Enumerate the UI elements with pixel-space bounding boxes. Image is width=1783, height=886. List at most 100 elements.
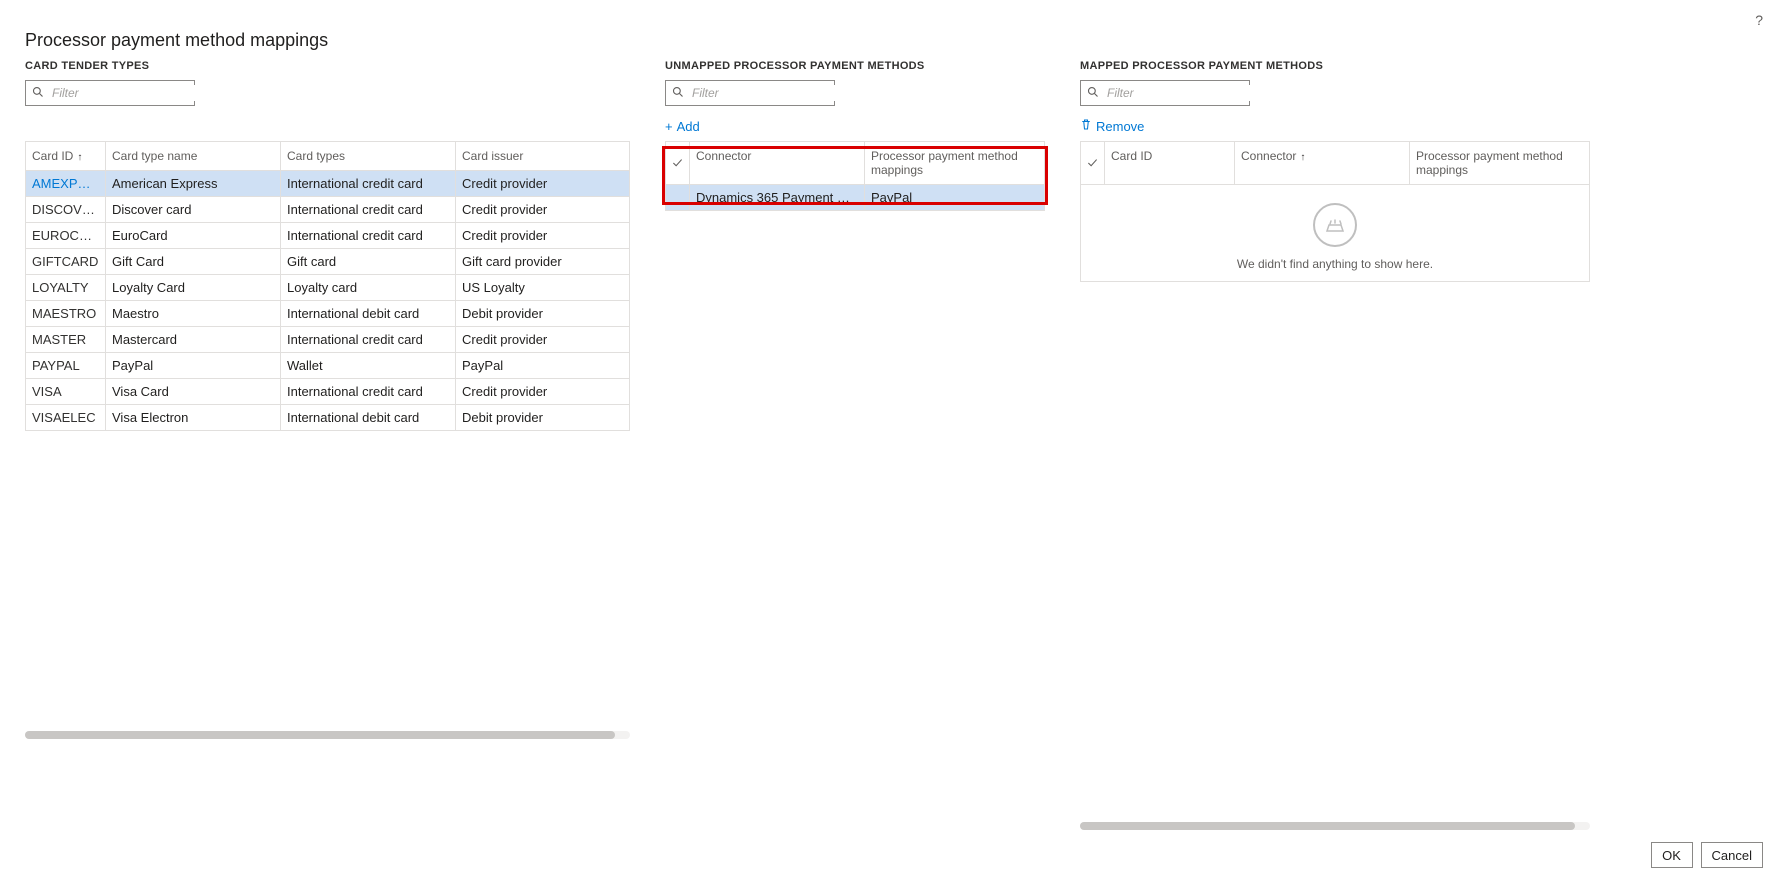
mapped-grid: Card ID Connector↑ Processor payment met… — [1080, 141, 1590, 282]
card-tender-grid: Card ID↑ Card type name Card types Card … — [25, 141, 630, 431]
grid-header: Connector Processor payment method mappi… — [666, 142, 1044, 185]
table-row[interactable]: LOYALTYLoyalty CardLoyalty cardUS Loyalt… — [26, 275, 629, 301]
ok-button[interactable]: OK — [1651, 842, 1693, 868]
cell-card-issuer: Gift card provider — [456, 249, 629, 274]
cell-card-name: Visa Electron — [106, 405, 281, 430]
cell-card-issuer: Credit provider — [456, 379, 629, 404]
remove-label: Remove — [1096, 119, 1144, 134]
cell-card-issuer: PayPal — [456, 353, 629, 378]
col-card-type-name[interactable]: Card type name — [106, 142, 281, 170]
cell-card-type: International debit card — [281, 301, 456, 326]
cell-card-id[interactable]: LOYALTY — [26, 275, 106, 300]
search-icon — [672, 86, 684, 101]
cell-card-name: Mastercard — [106, 327, 281, 352]
unmapped-grid: Connector Processor payment method mappi… — [665, 141, 1045, 211]
table-row[interactable]: MAESTROMaestroInternational debit cardDe… — [26, 301, 629, 327]
cell-card-id[interactable]: VISAELEC — [26, 405, 106, 430]
grid-header: Card ID Connector↑ Processor payment met… — [1081, 142, 1589, 185]
filter-input[interactable] — [50, 85, 211, 101]
help-icon[interactable]: ? — [1755, 12, 1763, 28]
footer: OK Cancel — [1651, 842, 1763, 868]
hscroll[interactable] — [1080, 822, 1590, 830]
cell-card-id[interactable]: VISA — [26, 379, 106, 404]
add-button[interactable]: + Add — [665, 119, 700, 134]
cell-card-issuer: Debit provider — [456, 301, 629, 326]
cell-card-id[interactable]: GIFTCARD — [26, 249, 106, 274]
hscroll[interactable] — [25, 731, 630, 739]
filter-input[interactable] — [1105, 85, 1266, 101]
col-ppm-mappings[interactable]: Processor payment method mappings — [1410, 142, 1589, 184]
cell-card-issuer: Credit provider — [456, 197, 629, 222]
panel-card-tender: CARD TENDER TYPES Card ID↑ Card type nam… — [25, 60, 630, 830]
cell-card-name: EuroCard — [106, 223, 281, 248]
table-row[interactable]: DISCOVERDiscover cardInternational credi… — [26, 197, 629, 223]
cell-card-name: Loyalty Card — [106, 275, 281, 300]
cell-card-id[interactable]: MAESTRO — [26, 301, 106, 326]
panel-unmapped: UNMAPPED PROCESSOR PAYMENT METHODS + Add… — [665, 60, 1045, 830]
cell-card-type: International debit card — [281, 405, 456, 430]
cell-card-name: Gift Card — [106, 249, 281, 274]
cell-card-type: Gift card — [281, 249, 456, 274]
cell-card-name: Visa Card — [106, 379, 281, 404]
card-tender-filter[interactable] — [25, 80, 195, 106]
card-tender-heading: CARD TENDER TYPES — [25, 60, 630, 72]
sort-asc-icon: ↑ — [77, 152, 82, 163]
col-card-types[interactable]: Card types — [281, 142, 456, 170]
cell-card-name: Discover card — [106, 197, 281, 222]
empty-state: We didn't find anything to show here. — [1081, 185, 1589, 281]
col-select-all[interactable] — [1081, 142, 1105, 184]
table-row[interactable]: GIFTCARDGift CardGift cardGift card prov… — [26, 249, 629, 275]
cell-card-type: International credit card — [281, 171, 456, 196]
cell-card-name: American Express — [106, 171, 281, 196]
trash-icon — [1080, 118, 1092, 134]
table-row[interactable]: AMEXPRESSAmerican ExpressInternational c… — [26, 171, 629, 197]
cell-card-issuer: Credit provider — [456, 223, 629, 248]
cell-card-type: Wallet — [281, 353, 456, 378]
cell-card-type: International credit card — [281, 223, 456, 248]
remove-button[interactable]: Remove — [1080, 118, 1144, 134]
filter-input[interactable] — [690, 85, 851, 101]
table-row[interactable]: EUROCARDEuroCardInternational credit car… — [26, 223, 629, 249]
unmapped-heading: UNMAPPED PROCESSOR PAYMENT METHODS — [665, 60, 1045, 72]
empty-text: We didn't find anything to show here. — [1081, 257, 1589, 271]
cell-card-type: International credit card — [281, 379, 456, 404]
table-row[interactable]: VISAELECVisa ElectronInternational debit… — [26, 405, 629, 431]
sort-asc-icon: ↑ — [1300, 152, 1305, 163]
table-row[interactable]: PAYPALPayPalWalletPayPal — [26, 353, 629, 379]
cell-connector: Dynamics 365 Payment Connect... — [690, 185, 865, 210]
empty-icon — [1313, 203, 1357, 247]
row-checkbox[interactable] — [666, 185, 690, 210]
cell-card-issuer: Credit provider — [456, 327, 629, 352]
cell-card-id[interactable]: MASTER — [26, 327, 106, 352]
table-row[interactable]: Dynamics 365 Payment Connect...PayPal — [666, 185, 1044, 211]
col-card-issuer[interactable]: Card issuer — [456, 142, 629, 170]
mapped-heading: MAPPED PROCESSOR PAYMENT METHODS — [1080, 60, 1590, 72]
col-connector[interactable]: Connector↑ — [1235, 142, 1410, 184]
col-card-id[interactable]: Card ID↑ — [26, 142, 106, 170]
cell-card-issuer: US Loyalty — [456, 275, 629, 300]
cell-card-type: International credit card — [281, 327, 456, 352]
cell-card-issuer: Credit provider — [456, 171, 629, 196]
search-icon — [32, 86, 44, 101]
mapped-filter[interactable] — [1080, 80, 1250, 106]
cell-card-name: PayPal — [106, 353, 281, 378]
col-card-id[interactable]: Card ID — [1105, 142, 1235, 184]
col-ppm-mappings[interactable]: Processor payment method mappings — [865, 142, 1044, 184]
cell-card-id[interactable]: AMEXPRESS — [26, 171, 106, 196]
cell-card-name: Maestro — [106, 301, 281, 326]
col-select-all[interactable] — [666, 142, 690, 184]
cell-mapping: PayPal — [865, 185, 1044, 210]
cell-card-issuer: Debit provider — [456, 405, 629, 430]
cell-card-id[interactable]: PAYPAL — [26, 353, 106, 378]
plus-icon: + — [665, 119, 673, 134]
table-row[interactable]: VISAVisa CardInternational credit cardCr… — [26, 379, 629, 405]
table-row[interactable]: MASTERMastercardInternational credit car… — [26, 327, 629, 353]
unmapped-filter[interactable] — [665, 80, 835, 106]
cell-card-id[interactable]: DISCOVER — [26, 197, 106, 222]
add-label: Add — [677, 119, 700, 134]
page-title: Processor payment method mappings — [25, 30, 328, 51]
grid-header: Card ID↑ Card type name Card types Card … — [26, 142, 629, 171]
col-connector[interactable]: Connector — [690, 142, 865, 184]
cancel-button[interactable]: Cancel — [1701, 842, 1763, 868]
cell-card-id[interactable]: EUROCARD — [26, 223, 106, 248]
